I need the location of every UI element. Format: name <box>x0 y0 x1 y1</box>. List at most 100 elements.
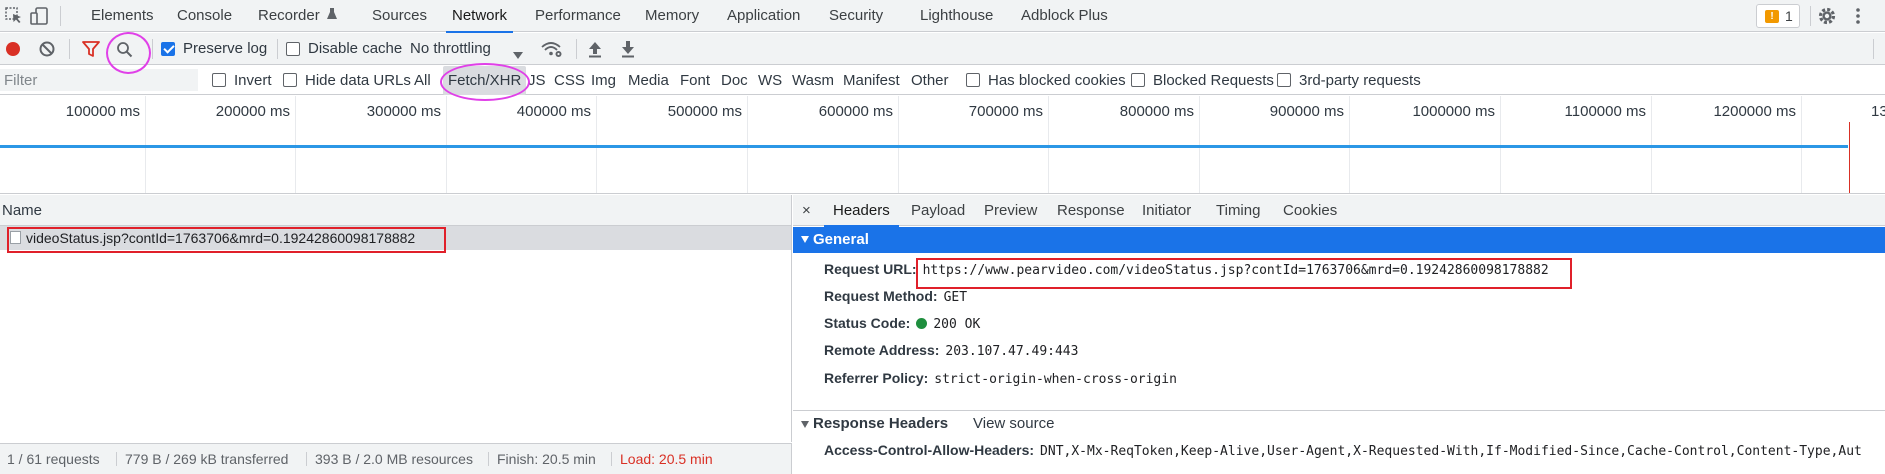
tab-elements[interactable]: Elements <box>91 0 154 32</box>
type-filter-other[interactable]: Other <box>911 66 949 95</box>
type-filter-media[interactable]: Media <box>628 66 669 95</box>
tab-console[interactable]: Console <box>177 0 232 32</box>
type-filter-doc[interactable]: Doc <box>721 66 748 95</box>
disable-cache-checkbox[interactable] <box>286 42 300 56</box>
header-key: Status Code: <box>824 315 911 331</box>
tab-preview[interactable]: Preview <box>984 195 1037 226</box>
tick-label: 200000 ms <box>215 103 290 120</box>
tab-headers[interactable]: Headers <box>824 195 899 227</box>
type-filter-all[interactable]: All <box>414 66 431 95</box>
gear-icon[interactable] <box>1817 6 1837 26</box>
toolbar-divider <box>277 39 278 59</box>
blocked-requests-label: Blocked Requests <box>1153 72 1274 89</box>
tab-network[interactable]: Network <box>445 0 514 33</box>
type-filter-wasm[interactable]: Wasm <box>792 66 834 95</box>
tab-cookies[interactable]: Cookies <box>1283 195 1337 226</box>
tick-label: 1100000 ms <box>1564 103 1646 120</box>
header-row-remote-address: Remote Address: 203.107.47.49:443 <box>824 339 1078 361</box>
tab-adblock-plus[interactable]: Adblock Plus <box>1021 0 1108 32</box>
tab-lighthouse[interactable]: Lighthouse <box>920 0 993 32</box>
blocked-requests-checkbox[interactable] <box>1131 73 1145 87</box>
main-tab-bar: Elements Console Recorder Sources Networ… <box>0 0 1885 33</box>
header-key: Referrer Policy: <box>824 370 929 386</box>
tab-performance[interactable]: Performance <box>535 0 621 32</box>
third-party-requests-label: 3rd-party requests <box>1299 72 1421 89</box>
type-filter-img[interactable]: Img <box>591 66 616 95</box>
cursor-select-icon[interactable] <box>4 6 24 26</box>
general-section-header[interactable]: General <box>793 227 1885 253</box>
view-source-link[interactable]: View source <box>973 411 1054 437</box>
network-overview-timeline[interactable]: 100000 ms 200000 ms 300000 ms 400000 ms … <box>0 96 1885 194</box>
type-filter-font[interactable]: Font <box>680 66 710 95</box>
search-icon[interactable] <box>116 41 133 62</box>
kebab-menu-icon[interactable] <box>1848 6 1868 26</box>
toolbar-divider <box>152 39 153 59</box>
tab-security[interactable]: Security <box>829 0 883 32</box>
details-tab-bar: × Headers Payload Preview Response Initi… <box>793 195 1885 227</box>
invert-checkbox[interactable] <box>212 73 226 87</box>
header-key: Request Method: <box>824 288 938 304</box>
table-row[interactable]: videoStatus.jsp?contId=1763706&mrd=0.192… <box>0 226 791 250</box>
tab-sources[interactable]: Sources <box>372 0 427 32</box>
type-filter-css[interactable]: CSS <box>554 66 585 95</box>
type-filter-js[interactable]: JS <box>528 66 546 95</box>
tab-initiator[interactable]: Initiator <box>1142 195 1191 226</box>
header-row-status-code: Status Code: 200 OK <box>824 312 980 334</box>
header-value[interactable]: 203.107.47.49:443 <box>945 341 1078 363</box>
throttling-select[interactable]: No throttling <box>410 33 491 65</box>
load-time: Load: 20.5 min <box>620 451 713 467</box>
device-toggle-icon[interactable] <box>29 6 49 26</box>
response-headers-section-header[interactable]: Response Headers View source <box>793 410 1885 436</box>
type-filter-fetch-xhr[interactable]: Fetch/XHR <box>443 66 527 95</box>
hide-data-urls-checkbox[interactable] <box>283 73 297 87</box>
wifi-settings-icon[interactable] <box>541 40 563 62</box>
triangle-down-icon <box>801 421 809 428</box>
tick-label: 13 <box>1871 103 1885 120</box>
header-value[interactable]: 200 OK <box>933 314 980 336</box>
finish-time: Finish: 20.5 min <box>497 451 596 467</box>
tick-label: 100000 ms <box>65 103 140 120</box>
tab-divider <box>60 6 61 26</box>
load-event-marker <box>1849 122 1850 193</box>
tab-recorder[interactable]: Recorder <box>258 0 338 32</box>
tick-label: 1200000 ms <box>1713 103 1796 120</box>
filter-icon[interactable] <box>82 41 100 62</box>
header-value[interactable]: strict-origin-when-cross-origin <box>934 369 1177 391</box>
has-blocked-cookies-checkbox[interactable] <box>966 73 980 87</box>
header-value[interactable]: DNT,X-Mx-ReqToken,Keep-Alive,User-Agent,… <box>1040 441 1862 463</box>
download-icon[interactable] <box>620 40 636 62</box>
column-header-name[interactable]: Name <box>0 195 791 226</box>
upload-icon[interactable] <box>587 40 603 62</box>
status-divider <box>116 452 117 466</box>
header-row-request-method: Request Method: GET <box>824 285 967 307</box>
preserve-log-checkbox[interactable] <box>161 42 175 56</box>
tab-timing[interactable]: Timing <box>1216 195 1260 226</box>
tab-payload[interactable]: Payload <box>911 195 965 226</box>
warning-counter-button[interactable]: ! 1 <box>1756 4 1800 28</box>
header-value[interactable]: https://www.pearvideo.com/videoStatus.js… <box>923 260 1549 282</box>
filter-bar: Invert Hide data URLs All Fetch/XHR JS C… <box>0 66 1885 95</box>
toolbar-divider <box>1873 39 1874 59</box>
transferred-size: 779 B / 269 kB transferred <box>125 451 289 467</box>
record-icon[interactable] <box>4 40 22 62</box>
tick-label: 300000 ms <box>366 103 441 120</box>
type-filter-manifest[interactable]: Manifest <box>843 66 900 95</box>
network-status-bar: 1 / 61 requests 779 B / 269 kB transferr… <box>0 443 792 474</box>
triangle-down-icon <box>801 236 809 243</box>
header-value[interactable]: GET <box>944 287 967 309</box>
clear-icon[interactable] <box>38 40 56 62</box>
status-divider <box>306 452 307 466</box>
general-section-title: General <box>813 231 869 248</box>
hide-data-urls-label: Hide data URLs <box>305 72 411 89</box>
tab-response[interactable]: Response <box>1057 195 1125 226</box>
tab-memory[interactable]: Memory <box>645 0 699 32</box>
type-filter-ws[interactable]: WS <box>758 66 782 95</box>
filter-input[interactable] <box>0 69 198 91</box>
chevron-down-icon <box>513 46 523 63</box>
tab-application[interactable]: Application <box>727 0 800 32</box>
close-icon[interactable]: × <box>802 195 811 226</box>
third-party-requests-checkbox[interactable] <box>1277 73 1291 87</box>
tick-label: 1000000 ms <box>1412 103 1495 120</box>
invert-label: Invert <box>234 72 272 89</box>
throttling-value: No throttling <box>410 40 491 57</box>
